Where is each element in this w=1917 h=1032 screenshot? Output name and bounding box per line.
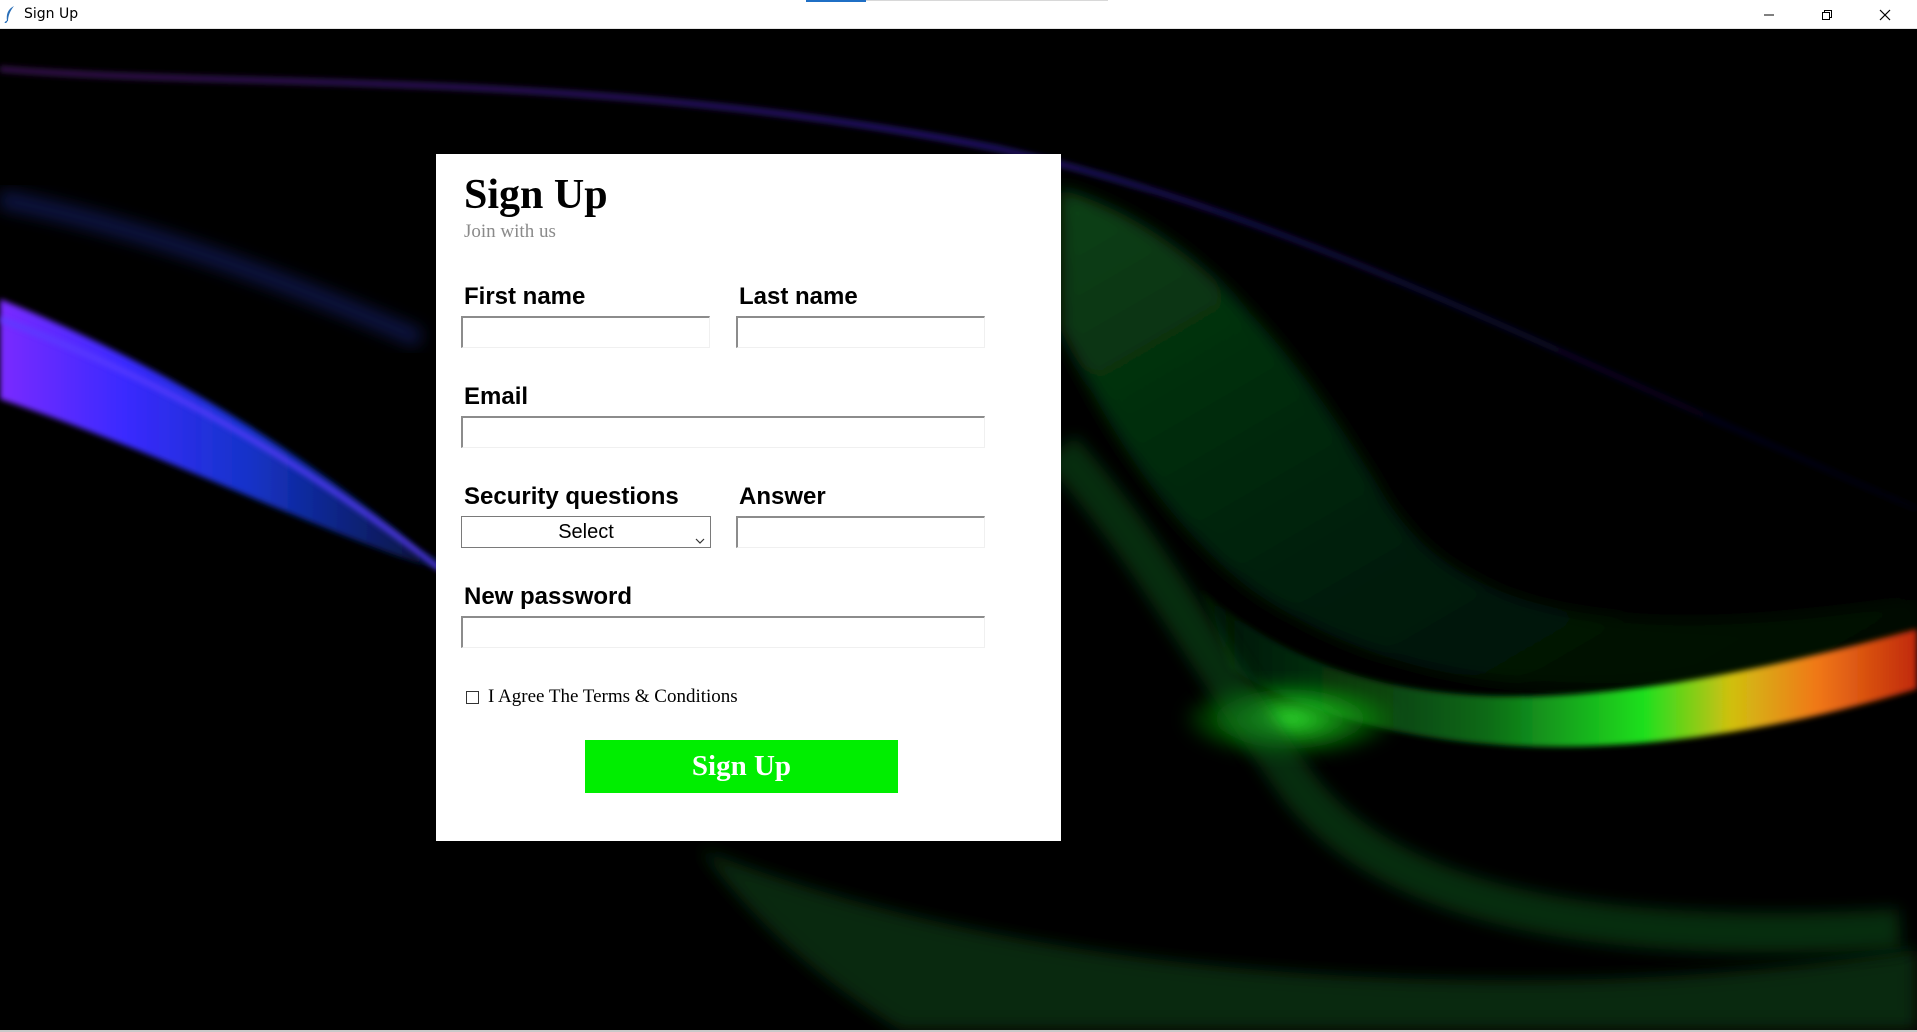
terms-label: I Agree The Terms & Conditions: [488, 686, 738, 707]
app-window: Sign Up Sign Up Join with us First name …: [0, 0, 1917, 1032]
titlebar-divider: [866, 0, 1108, 1]
first-name-field[interactable]: [461, 316, 710, 348]
terms-checkbox[interactable]: [466, 690, 479, 704]
minimize-button[interactable]: [1740, 0, 1798, 29]
security-question-select[interactable]: Select: [461, 516, 711, 548]
close-icon: [1879, 9, 1891, 21]
page-title: Sign Up: [464, 172, 608, 218]
chevron-down-icon: [695, 528, 705, 551]
taskbar-indicator: [806, 0, 866, 2]
minimize-icon: [1763, 9, 1775, 21]
window-title: Sign Up: [24, 6, 79, 22]
feather-icon: [4, 5, 16, 24]
answer-label: Answer: [739, 483, 826, 510]
new-password-label: New password: [464, 583, 633, 610]
new-password-field[interactable]: [461, 616, 985, 648]
terms-row: I Agree The Terms & Conditions: [466, 686, 738, 708]
restore-button[interactable]: [1798, 0, 1856, 29]
email-label: Email: [464, 383, 529, 410]
email-field[interactable]: [461, 416, 985, 448]
signup-card: Sign Up Join with us First name Last nam…: [436, 154, 1061, 841]
restore-icon: [1821, 9, 1833, 21]
page-subtitle: Join with us: [464, 221, 556, 242]
close-button[interactable]: [1856, 0, 1914, 29]
security-questions-label: Security questions: [464, 483, 679, 510]
answer-field[interactable]: [736, 516, 985, 548]
title-bar: Sign Up: [0, 0, 1917, 29]
last-name-label: Last name: [739, 283, 858, 310]
last-name-field[interactable]: [736, 316, 985, 348]
security-question-value: Select: [558, 520, 614, 543]
sign-up-button[interactable]: Sign Up: [585, 740, 898, 793]
first-name-label: First name: [464, 283, 586, 310]
